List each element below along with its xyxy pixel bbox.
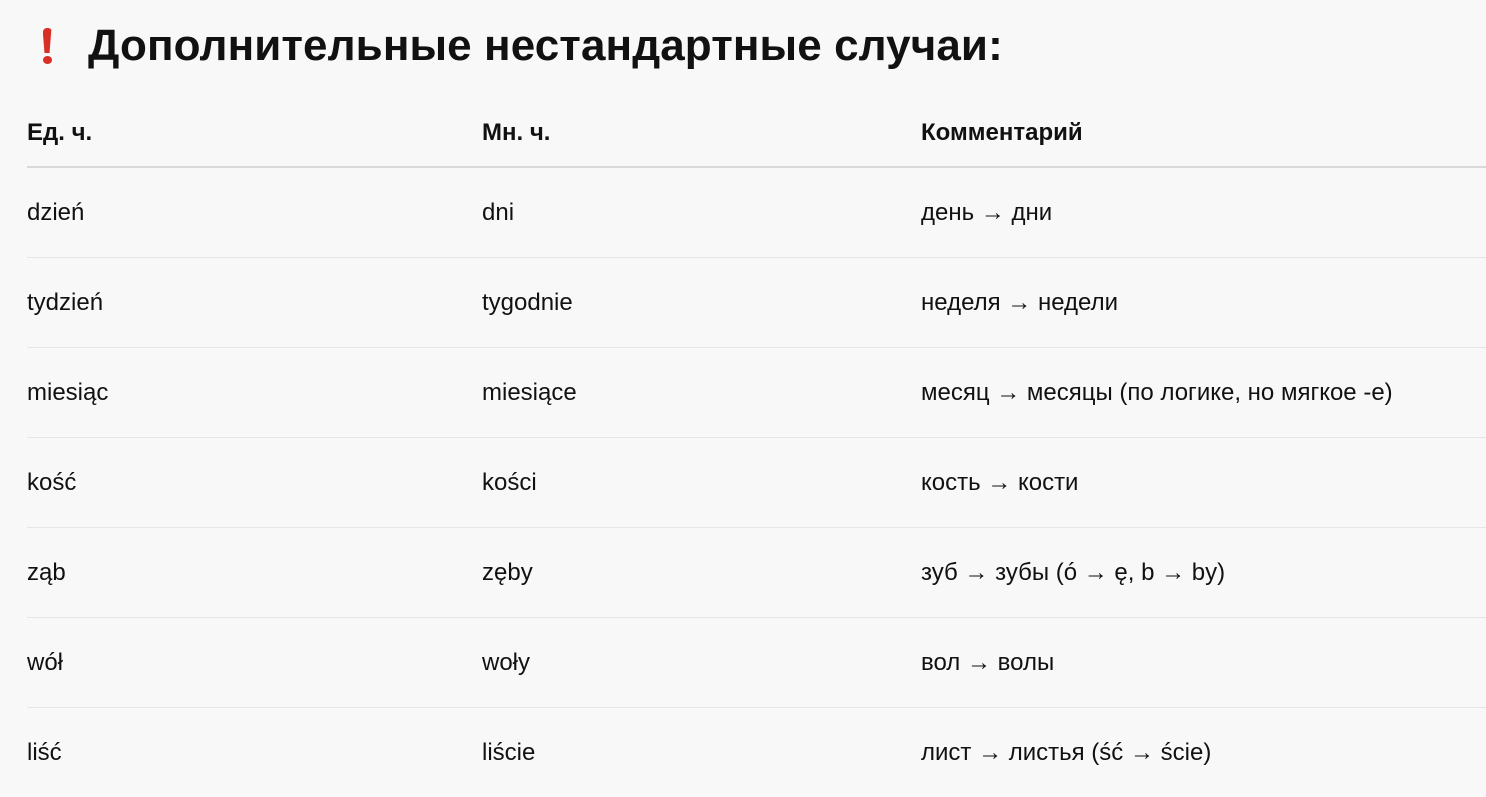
cell-comment: месяц → месяцы (по логике, но мягкое -е) — [921, 348, 1486, 438]
column-header-singular: Ед. ч. — [27, 100, 482, 167]
exclamation-icon — [34, 28, 60, 64]
page-title: Дополнительные нестандартные случаи: — [88, 21, 1003, 71]
table-row: dzień dni день → дни — [27, 167, 1486, 258]
cell-plural: woły — [482, 618, 921, 708]
cell-singular: wół — [27, 618, 482, 708]
cell-comment: день → дни — [921, 167, 1486, 258]
cell-plural: tygodnie — [482, 258, 921, 348]
cell-singular: dzień — [27, 167, 482, 258]
cell-comment: кость → кости — [921, 438, 1486, 528]
table-row: ząb zęby зуб → зубы (ó → ę, b → by) — [27, 528, 1486, 618]
cell-comment: зуб → зубы (ó → ę, b → by) — [921, 528, 1486, 618]
cell-singular: tydzień — [27, 258, 482, 348]
cell-plural: kości — [482, 438, 921, 528]
table-row: wół woły вол → волы — [27, 618, 1486, 708]
cell-singular: kość — [27, 438, 482, 528]
page-heading: Дополнительные нестандартные случаи: — [34, 14, 1003, 78]
plural-exceptions-table: Ед. ч. Мн. ч. Комментарий dzień dni день… — [27, 100, 1486, 797]
cell-singular: miesiąc — [27, 348, 482, 438]
cell-plural: miesiące — [482, 348, 921, 438]
table-header-row: Ед. ч. Мн. ч. Комментарий — [27, 100, 1486, 167]
exclamation-icon-bar — [43, 28, 52, 53]
cell-plural: zęby — [482, 528, 921, 618]
column-header-comment: Комментарий — [921, 100, 1486, 167]
table-row: kość kości кость → кости — [27, 438, 1486, 528]
cell-comment: неделя → недели — [921, 258, 1486, 348]
column-header-plural: Мн. ч. — [482, 100, 921, 167]
cell-comment: вол → волы — [921, 618, 1486, 708]
table-row: miesiąc miesiące месяц → месяцы (по логи… — [27, 348, 1486, 438]
cell-plural: dni — [482, 167, 921, 258]
table-row: liść liście лист → листья (ść → ście) — [27, 708, 1486, 797]
exclamation-icon-dot — [43, 56, 52, 64]
cell-plural: liście — [482, 708, 921, 797]
cell-comment: лист → листья (ść → ście) — [921, 708, 1486, 797]
cell-singular: ząb — [27, 528, 482, 618]
table-row: tydzień tygodnie неделя → недели — [27, 258, 1486, 348]
cell-singular: liść — [27, 708, 482, 797]
